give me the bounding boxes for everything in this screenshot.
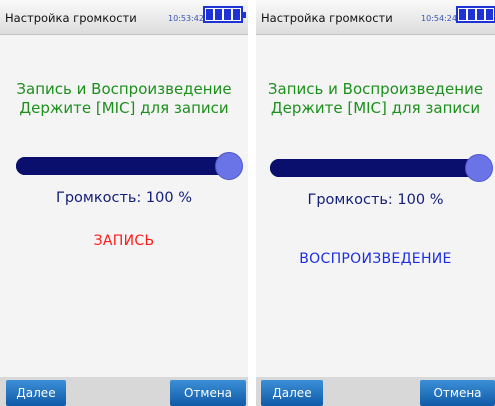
heading-line-2: Держите [MIC] для записи [270, 99, 481, 117]
volume-slider[interactable] [270, 159, 482, 177]
battery-level [206, 9, 240, 20]
volume-label: Громкость: 100 % [307, 192, 444, 208]
volume-slider-fill [16, 157, 234, 175]
volume-slider[interactable] [16, 157, 234, 175]
next-button[interactable]: Далее [6, 380, 66, 406]
volume-slider-knob[interactable] [215, 152, 243, 180]
clock: 10:53:42 [168, 14, 204, 23]
device-screen-playback: Настройка громкости 10:54:24 Запись и Во… [256, 0, 495, 406]
bottom-bar: Далее Отмена [256, 377, 495, 406]
volume-label: Громкость: 100 % [55, 190, 192, 206]
volume-slider-fill [270, 159, 482, 177]
mode-status: ЗАПИСЬ [93, 233, 155, 249]
cancel-button[interactable]: Отмена [170, 380, 246, 406]
battery-level [459, 9, 493, 20]
device-screen-recording: Настройка громкости 10:53:42 Запись и Во… [0, 0, 248, 406]
heading-line-1: Запись и Воспроизведение [16, 80, 232, 98]
battery-icon [203, 6, 246, 23]
app-title: Настройка громкости [5, 11, 137, 25]
volume-slider-knob[interactable] [465, 154, 493, 182]
status-bar: Настройка громкости 10:54:24 [256, 0, 495, 35]
cancel-button[interactable]: Отмена [420, 380, 495, 406]
status-bar: Настройка громкости 10:53:42 [0, 0, 248, 35]
heading-line-2: Держите [MIC] для записи [19, 99, 229, 117]
app-title: Настройка громкости [261, 11, 393, 25]
clock: 10:54:24 [421, 14, 457, 23]
battery-icon [456, 6, 495, 23]
next-button[interactable]: Далее [261, 380, 323, 406]
battery-tip [243, 12, 246, 18]
bottom-bar: Далее Отмена [0, 377, 248, 406]
heading-line-1: Запись и Воспроизведение [267, 80, 484, 98]
mode-status: ВОСПРОИЗВЕДЕНИЕ [299, 251, 452, 267]
